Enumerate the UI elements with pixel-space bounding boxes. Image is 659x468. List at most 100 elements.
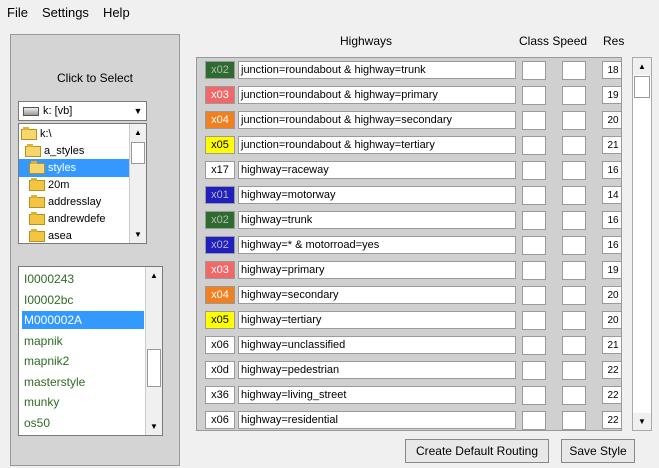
menu-settings[interactable]: Settings: [35, 5, 96, 20]
style-list-item[interactable]: I0000243: [22, 270, 144, 288]
speed-field[interactable]: [562, 361, 586, 380]
scroll-thumb[interactable]: [634, 76, 650, 98]
res-field[interactable]: 16: [602, 236, 621, 254]
res-field[interactable]: 20: [602, 111, 621, 129]
highway-code[interactable]: x02: [205, 236, 235, 254]
speed-field[interactable]: [562, 286, 586, 305]
speed-field[interactable]: [562, 186, 586, 205]
class-field[interactable]: [522, 386, 546, 405]
speed-field[interactable]: [562, 111, 586, 130]
speed-field[interactable]: [562, 386, 586, 405]
highway-rule-field[interactable]: highway=primary: [238, 261, 516, 279]
highway-code[interactable]: x06: [205, 411, 235, 429]
speed-field[interactable]: [562, 336, 586, 355]
directory-item[interactable]: k:\: [19, 125, 132, 143]
style-list-item[interactable]: M000002A: [22, 311, 144, 329]
highway-code[interactable]: x03: [205, 261, 235, 279]
style-list-scrollbar[interactable]: ▲ ▼: [145, 267, 162, 435]
highway-rule-field[interactable]: highway=trunk: [238, 211, 516, 229]
speed-field[interactable]: [562, 86, 586, 105]
class-field[interactable]: [522, 186, 546, 205]
res-field[interactable]: 20: [602, 286, 621, 304]
style-list[interactable]: os50 munky masterstyle mapnik2 mapnik M000002…: [18, 266, 163, 436]
highway-rule-field[interactable]: highway=residential: [238, 411, 516, 429]
highway-code[interactable]: x03: [205, 86, 235, 104]
class-field[interactable]: [522, 261, 546, 280]
highway-rule-field[interactable]: junction=roundabout & highway=trunk: [238, 61, 516, 79]
highway-rule-field[interactable]: highway=unclassified: [238, 336, 516, 354]
save-style-button[interactable]: Save Style: [561, 439, 635, 463]
style-list-item[interactable]: masterstyle: [22, 373, 144, 391]
highway-rule-field[interactable]: junction=roundabout & highway=secondary: [238, 111, 516, 129]
highway-rule-field[interactable]: junction=roundabout & highway=primary: [238, 86, 516, 104]
highway-rule-field[interactable]: highway=raceway: [238, 161, 516, 179]
chevron-down-icon[interactable]: ▼: [130, 102, 146, 120]
scroll-up-icon[interactable]: ▲: [130, 124, 146, 141]
class-field[interactable]: [522, 61, 546, 80]
speed-field[interactable]: [562, 211, 586, 230]
scroll-down-icon[interactable]: ▼: [130, 226, 146, 243]
highway-code[interactable]: x05: [205, 136, 235, 154]
res-field[interactable]: 18: [602, 61, 621, 79]
menu-file[interactable]: File: [0, 5, 35, 20]
res-field[interactable]: 22: [602, 411, 621, 429]
menu-help[interactable]: Help: [96, 5, 137, 20]
highway-code[interactable]: x0d: [205, 361, 235, 379]
scroll-up-icon[interactable]: ▲: [633, 58, 651, 75]
highway-code[interactable]: x04: [205, 286, 235, 304]
class-field[interactable]: [522, 411, 546, 430]
highway-rule-field[interactable]: highway=motorway: [238, 186, 516, 204]
res-field[interactable]: 19: [602, 261, 621, 279]
highway-code[interactable]: x17: [205, 161, 235, 179]
create-default-routing-button[interactable]: Create Default Routing: [405, 439, 549, 463]
style-list-item[interactable]: munky: [22, 393, 144, 411]
directory-scrollbar[interactable]: ▲ ▼: [129, 124, 146, 243]
res-field[interactable]: 22: [602, 386, 621, 404]
scroll-thumb[interactable]: [147, 349, 161, 387]
res-field[interactable]: 20: [602, 311, 621, 329]
highway-rule-field[interactable]: highway=* & motorroad=yes: [238, 236, 516, 254]
highway-rule-field[interactable]: highway=pedestrian: [238, 361, 516, 379]
class-field[interactable]: [522, 336, 546, 355]
highway-code[interactable]: x02: [205, 211, 235, 229]
res-field[interactable]: 21: [602, 336, 621, 354]
res-field[interactable]: 22: [602, 361, 621, 379]
style-list-item[interactable]: I00002bc: [22, 291, 144, 309]
highway-code[interactable]: x36: [205, 386, 235, 404]
speed-field[interactable]: [562, 236, 586, 255]
class-field[interactable]: [522, 311, 546, 330]
directory-item[interactable]: asea: [19, 227, 140, 243]
class-field[interactable]: [522, 86, 546, 105]
highway-code[interactable]: x05: [205, 311, 235, 329]
directory-item[interactable]: andrewdefe: [19, 210, 140, 228]
style-list-item[interactable]: mapnik: [22, 332, 144, 350]
scroll-up-icon[interactable]: ▲: [146, 267, 162, 284]
class-field[interactable]: [522, 361, 546, 380]
res-field[interactable]: 14: [602, 186, 621, 204]
speed-field[interactable]: [562, 411, 586, 430]
res-field[interactable]: 21: [602, 136, 621, 154]
speed-field[interactable]: [562, 311, 586, 330]
speed-field[interactable]: [562, 136, 586, 155]
highway-scrollbar[interactable]: ▲ ▼: [632, 57, 652, 431]
class-field[interactable]: [522, 236, 546, 255]
highway-rule-field[interactable]: junction=roundabout & highway=tertiary: [238, 136, 516, 154]
speed-field[interactable]: [562, 61, 586, 80]
highway-code[interactable]: x01: [205, 186, 235, 204]
class-field[interactable]: [522, 211, 546, 230]
directory-item[interactable]: styles: [19, 159, 140, 177]
scroll-thumb[interactable]: [131, 142, 145, 164]
speed-field[interactable]: [562, 261, 586, 280]
highway-code[interactable]: x06: [205, 336, 235, 354]
directory-item[interactable]: addresslay: [19, 193, 140, 211]
highway-rule-field[interactable]: highway=living_street: [238, 386, 516, 404]
style-list-item[interactable]: os50: [22, 414, 144, 432]
highway-rule-field[interactable]: highway=tertiary: [238, 311, 516, 329]
scroll-down-icon[interactable]: ▼: [633, 413, 651, 430]
class-field[interactable]: [522, 286, 546, 305]
res-field[interactable]: 16: [602, 161, 621, 179]
directory-item[interactable]: 20m: [19, 176, 140, 194]
highway-rule-field[interactable]: highway=secondary: [238, 286, 516, 304]
directory-item[interactable]: a_styles: [19, 142, 136, 160]
directory-list[interactable]: asea andrewdefe addresslay 20m styles a_style…: [18, 123, 147, 244]
